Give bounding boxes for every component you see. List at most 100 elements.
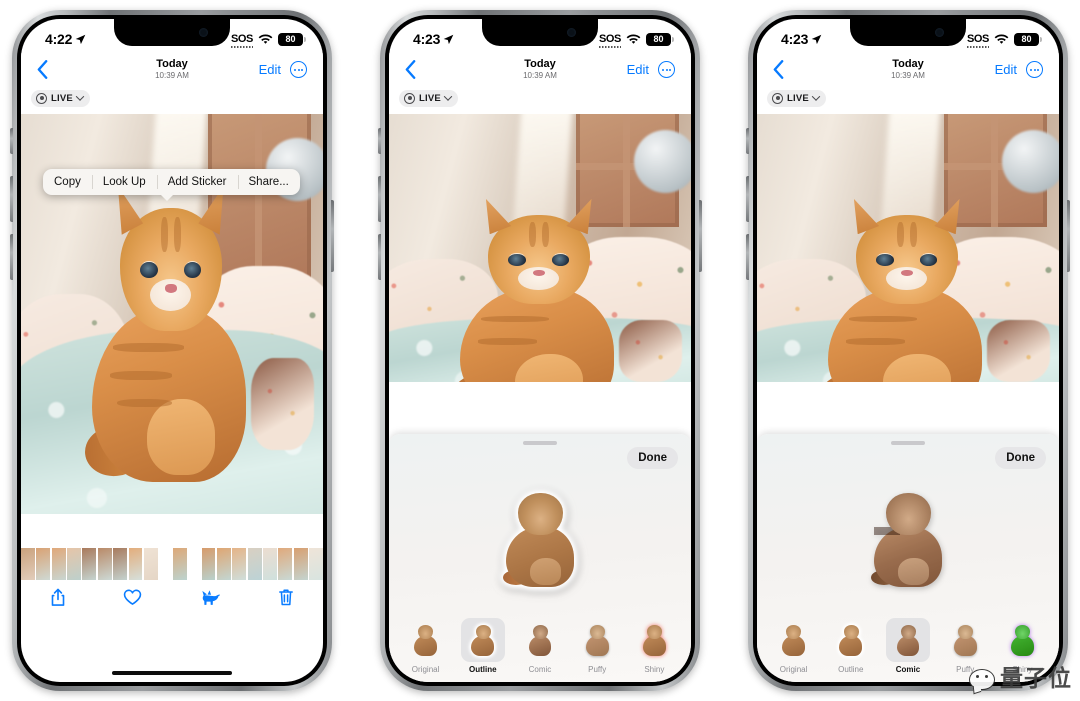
sticker-style-puffy[interactable]: Puffy (939, 618, 991, 674)
sticker-style-comic[interactable]: Comic (514, 618, 566, 674)
list-item[interactable] (36, 548, 51, 580)
back-button[interactable] (37, 60, 48, 79)
list-item[interactable] (293, 548, 308, 580)
list-item[interactable] (51, 548, 66, 580)
list-item[interactable] (247, 548, 262, 580)
sticker-style-original[interactable]: Original (768, 618, 820, 674)
sticker-thumb-icon (1009, 624, 1035, 656)
edit-button[interactable]: Edit (259, 62, 281, 77)
screenshot-canvas: 4:22 SOS 80 Today 10:39 AM Edit LIVE Cop… (0, 0, 1080, 701)
list-item[interactable] (309, 548, 323, 580)
share-icon[interactable] (50, 588, 66, 607)
list-item[interactable] (67, 548, 81, 580)
sticker-style-outline[interactable]: Outline (457, 618, 509, 674)
live-badge-row: LIVE (757, 86, 1059, 114)
photo-fabric-patch (618, 320, 682, 382)
list-item[interactable] (82, 548, 97, 580)
kitten-head (886, 492, 932, 536)
photo-viewer[interactable] (389, 114, 691, 382)
mute-switch[interactable] (378, 128, 381, 154)
volume-up-button[interactable] (10, 176, 13, 222)
list-item[interactable] (21, 548, 35, 580)
sheet-grabber[interactable] (523, 441, 557, 445)
power-button[interactable] (1067, 200, 1070, 272)
context-menu-item-share[interactable]: Share... (237, 169, 300, 195)
sticker-preview[interactable] (501, 491, 579, 587)
sticker-style-comic[interactable]: Comic (882, 618, 934, 674)
list-item[interactable] (278, 548, 293, 580)
phone-2-screen: 4:23 SOS 80 Today 10:39 AM Edit LIVE Don… (389, 19, 691, 682)
volume-down-button[interactable] (10, 234, 13, 280)
cat-icon[interactable] (199, 588, 221, 606)
list-item[interactable] (216, 548, 231, 580)
chevron-left-icon (405, 60, 416, 79)
done-button[interactable]: Done (995, 447, 1046, 469)
volume-up-button[interactable] (378, 176, 381, 222)
kitten-chest (515, 353, 584, 382)
photo-filmstrip[interactable] (21, 548, 323, 580)
status-time-group: 4:23 (781, 31, 822, 47)
power-button[interactable] (331, 200, 334, 272)
mute-switch[interactable] (746, 128, 749, 154)
kitten-head (117, 186, 224, 331)
list-item[interactable] (232, 548, 247, 580)
list-item[interactable] (143, 548, 158, 580)
context-menu-item-add-sticker[interactable]: Add Sticker (156, 169, 238, 195)
sticker-style-original[interactable]: Original (400, 618, 452, 674)
edit-button[interactable]: Edit (627, 62, 649, 77)
phone-1-screen: 4:22 SOS 80 Today 10:39 AM Edit LIVE Cop… (21, 19, 323, 682)
list-item[interactable] (201, 548, 216, 580)
list-item[interactable] (263, 548, 277, 580)
notch (482, 19, 598, 46)
live-photo-toggle[interactable]: LIVE (31, 89, 90, 107)
context-menu-item-look-up[interactable]: Look Up (91, 169, 157, 195)
photo-fabric-patch (986, 320, 1050, 382)
kitten-forehead-stripe (541, 221, 549, 247)
kitten-forehead-stripe (173, 217, 181, 252)
photo-bottom-gap (21, 514, 323, 548)
done-button[interactable]: Done (627, 447, 678, 469)
list-item[interactable] (172, 548, 187, 580)
sticker-thumb-icon (781, 624, 807, 656)
battery-indicator: 80 (1014, 32, 1042, 46)
list-item[interactable] (128, 548, 143, 580)
sticker-style-outline[interactable]: Outline (825, 618, 877, 674)
volume-down-button[interactable] (746, 234, 749, 280)
style-thumb-wrap (1000, 618, 1044, 662)
list-item[interactable] (97, 548, 112, 580)
sticker-sheet: Done Original Outline Comic Puffy Shiny (757, 434, 1059, 682)
volume-up-button[interactable] (746, 176, 749, 222)
chevron-left-icon (773, 60, 784, 79)
sticker-style-shiny[interactable]: Shiny (628, 618, 680, 674)
home-indicator[interactable] (112, 671, 232, 675)
kitten-body (873, 527, 943, 587)
ellipsis-circle-icon[interactable] (658, 61, 675, 78)
phone-bezel: 4:23 SOS 80 Today 10:39 AM Edit LIVE Don… (385, 15, 695, 686)
edit-button[interactable]: Edit (995, 62, 1017, 77)
trash-icon[interactable] (278, 588, 294, 607)
kitten-head (853, 198, 960, 305)
heart-icon[interactable] (123, 589, 142, 606)
nav-bar: Today 10:39 AM Edit (389, 53, 691, 86)
context-menu-item-copy[interactable]: Copy (43, 169, 92, 195)
list-item[interactable] (113, 548, 128, 580)
live-photo-toggle[interactable]: LIVE (399, 89, 458, 107)
style-thumb-wrap (829, 618, 873, 662)
ellipsis-circle-icon[interactable] (290, 61, 307, 78)
live-photo-toggle[interactable]: LIVE (767, 89, 826, 107)
sticker-sheet: Done Original Outline Comic Puffy Shiny (389, 434, 691, 682)
live-badge-label: LIVE (419, 92, 441, 104)
sheet-grabber[interactable] (891, 441, 925, 445)
power-button[interactable] (699, 200, 702, 272)
ellipsis-circle-icon[interactable] (1026, 61, 1043, 78)
mute-switch[interactable] (10, 128, 13, 154)
kitten-chest (883, 353, 952, 382)
volume-down-button[interactable] (378, 234, 381, 280)
photo-viewer[interactable]: Copy Look Up Add Sticker Share... (21, 114, 323, 514)
back-button[interactable] (405, 60, 416, 79)
photo-viewer[interactable] (757, 114, 1059, 382)
context-menu: Copy Look Up Add Sticker Share... (43, 169, 300, 201)
back-button[interactable] (773, 60, 784, 79)
sticker-style-puffy[interactable]: Puffy (571, 618, 623, 674)
sticker-preview[interactable] (869, 491, 947, 587)
